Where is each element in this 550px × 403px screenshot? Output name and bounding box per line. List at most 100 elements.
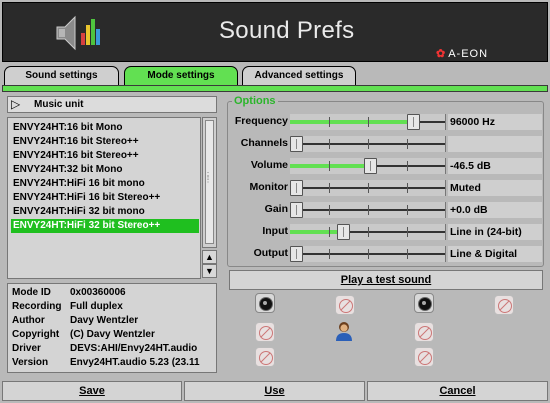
option-row-input: Input Line in (24-bit)	[228, 222, 543, 242]
option-row-volume: Volume -46.5 dB	[228, 156, 543, 176]
slider-tick	[407, 205, 408, 215]
monitor-slider-knob[interactable]	[290, 180, 303, 196]
output-slider[interactable]	[290, 246, 446, 262]
listener-icon	[336, 322, 352, 341]
mode-list-item[interactable]: ENVY24HT:32 bit Mono	[11, 163, 199, 177]
monitor-label: Monitor	[249, 181, 289, 193]
volume-slider-knob[interactable]	[364, 158, 377, 174]
frequency-label: Frequency	[234, 115, 288, 127]
speaker-logo-icon	[56, 15, 100, 51]
save-button[interactable]: Save	[2, 381, 182, 401]
info-key: Author	[12, 315, 45, 326]
info-value: Full duplex	[70, 301, 123, 312]
info-key: Driver	[12, 343, 41, 354]
scrollbar-track[interactable]: ⋮ ⋮	[202, 117, 217, 248]
slider-tick	[407, 161, 408, 171]
music-unit-selector[interactable]: ▷ Music unit	[7, 96, 217, 113]
info-row: Recording Full duplex	[12, 300, 123, 314]
speaker-front-right-icon[interactable]	[414, 293, 434, 313]
info-key: Recording	[12, 301, 62, 312]
slider-tick	[368, 205, 369, 215]
channels-label: Channels	[240, 137, 288, 149]
info-key: Copyright	[12, 329, 60, 340]
mode-list-item[interactable]: ENVY24HT:16 bit Stereo++	[11, 135, 199, 149]
info-row: Mode ID 0x00360006	[12, 286, 126, 300]
mode-list-item[interactable]: ENVY24HT:HiFi 32 bit mono	[11, 205, 199, 219]
mode-list-item[interactable]: ENVY24HT:HiFi 16 bit mono	[11, 177, 199, 191]
mode-list-item[interactable]: ENVY24HT:16 bit Mono	[11, 121, 199, 135]
tab-advanced-settings[interactable]: Advanced settings	[242, 66, 356, 86]
option-row-gain: Gain +0.0 dB	[228, 200, 543, 220]
play-test-sound-button[interactable]: Play a test sound	[229, 270, 543, 290]
gain-slider-knob[interactable]	[290, 202, 303, 218]
slider-tick	[368, 117, 369, 127]
output-slider-knob[interactable]	[290, 246, 303, 262]
channels-slider-knob[interactable]	[290, 136, 303, 152]
info-key: Version	[12, 357, 49, 368]
slider-fill	[290, 164, 364, 168]
tab-mode-settings[interactable]: Mode settings	[124, 66, 238, 86]
volume-label: Volume	[250, 159, 288, 171]
input-slider-knob[interactable]	[337, 224, 350, 240]
slider-tick	[329, 139, 330, 149]
app-title: Sound Prefs	[219, 17, 355, 44]
speaker-side-right-icon[interactable]	[414, 322, 434, 342]
save-label: Save	[79, 385, 105, 397]
slider-tick	[407, 227, 408, 237]
info-row: Copyright (C) Davy Wentzler	[12, 328, 155, 342]
mode-list-item[interactable]: ENVY24HT:HiFi 32 bit Stereo++	[11, 219, 199, 233]
cancel-label: Cancel	[439, 385, 476, 397]
info-key: Mode ID	[12, 287, 51, 298]
app-header: Sound Prefs ✿ A-EON	[2, 2, 548, 62]
tab-strip	[2, 85, 548, 92]
speaker-rear-left-icon[interactable]	[255, 347, 275, 367]
scrollbar-grip-icon: ⋮ ⋮	[204, 171, 212, 184]
info-value: DEVS:AHI/Envy24HT.audio	[70, 343, 198, 354]
speaker-rear-right-icon[interactable]	[414, 347, 434, 367]
frequency-slider[interactable]	[290, 114, 446, 130]
scroll-up-arrow-icon[interactable]: ▲	[202, 250, 217, 264]
gain-value: +0.0 dB	[448, 202, 542, 218]
frequency-slider-knob[interactable]	[407, 114, 420, 130]
speaker-side-left-icon[interactable]	[255, 322, 275, 342]
option-row-frequency: Frequency 96000 Hz	[228, 112, 543, 132]
mode-info-panel: Mode ID 0x00360006 Recording Full duplex Aut…	[7, 283, 217, 373]
monitor-slider[interactable]	[290, 180, 446, 196]
info-value: Envy24HT.audio 5.23 (23.11	[70, 357, 200, 368]
info-value: (C) Davy Wentzler	[70, 329, 155, 340]
slider-tick	[329, 249, 330, 259]
info-value: Davy Wentzler	[70, 315, 139, 326]
slider-tick	[329, 183, 330, 193]
use-button[interactable]: Use	[184, 381, 365, 401]
play-triangle-icon: ▷	[11, 97, 21, 111]
slider-tick	[329, 161, 330, 171]
mode-list-item[interactable]: ENVY24HT:HiFi 16 bit Stereo++	[11, 191, 199, 205]
slider-tick	[407, 139, 408, 149]
gain-slider[interactable]	[290, 202, 446, 218]
speaker-subwoofer-icon[interactable]	[494, 295, 514, 315]
cancel-button[interactable]: Cancel	[367, 381, 548, 401]
brand-name: A-EON	[448, 48, 489, 60]
option-row-channels: Channels	[228, 134, 543, 154]
channels-slider[interactable]	[290, 136, 446, 152]
mode-list-item[interactable]: ENVY24HT:16 bit Stereo++	[11, 149, 199, 163]
speaker-front-left-icon[interactable]	[255, 293, 275, 313]
speaker-front-center-icon[interactable]	[335, 295, 355, 315]
mode-list[interactable]: ENVY24HT:16 bit Mono ENVY24HT:16 bit Ster…	[7, 117, 201, 279]
slider-tick	[368, 227, 369, 237]
use-label: Use	[264, 385, 285, 397]
input-value: Line in (24-bit)	[448, 224, 542, 240]
slider-tick	[368, 249, 369, 259]
tab-sound-settings[interactable]: Sound settings	[4, 66, 119, 86]
aeon-logo-icon: ✿	[436, 48, 447, 60]
brand-label: ✿ A-EON	[436, 47, 488, 60]
input-slider[interactable]	[290, 224, 446, 240]
mode-list-scrollbar[interactable]: ⋮ ⋮ ▲ ▼	[202, 117, 217, 279]
scroll-down-arrow-icon[interactable]: ▼	[202, 264, 217, 278]
info-row: Version Envy24HT.audio 5.23 (23.11	[12, 356, 200, 370]
slider-tick	[329, 117, 330, 127]
frequency-value: 96000 Hz	[448, 114, 542, 130]
option-row-monitor: Monitor Muted	[228, 178, 543, 198]
music-unit-label: Music unit	[34, 99, 84, 110]
volume-slider[interactable]	[290, 158, 446, 174]
